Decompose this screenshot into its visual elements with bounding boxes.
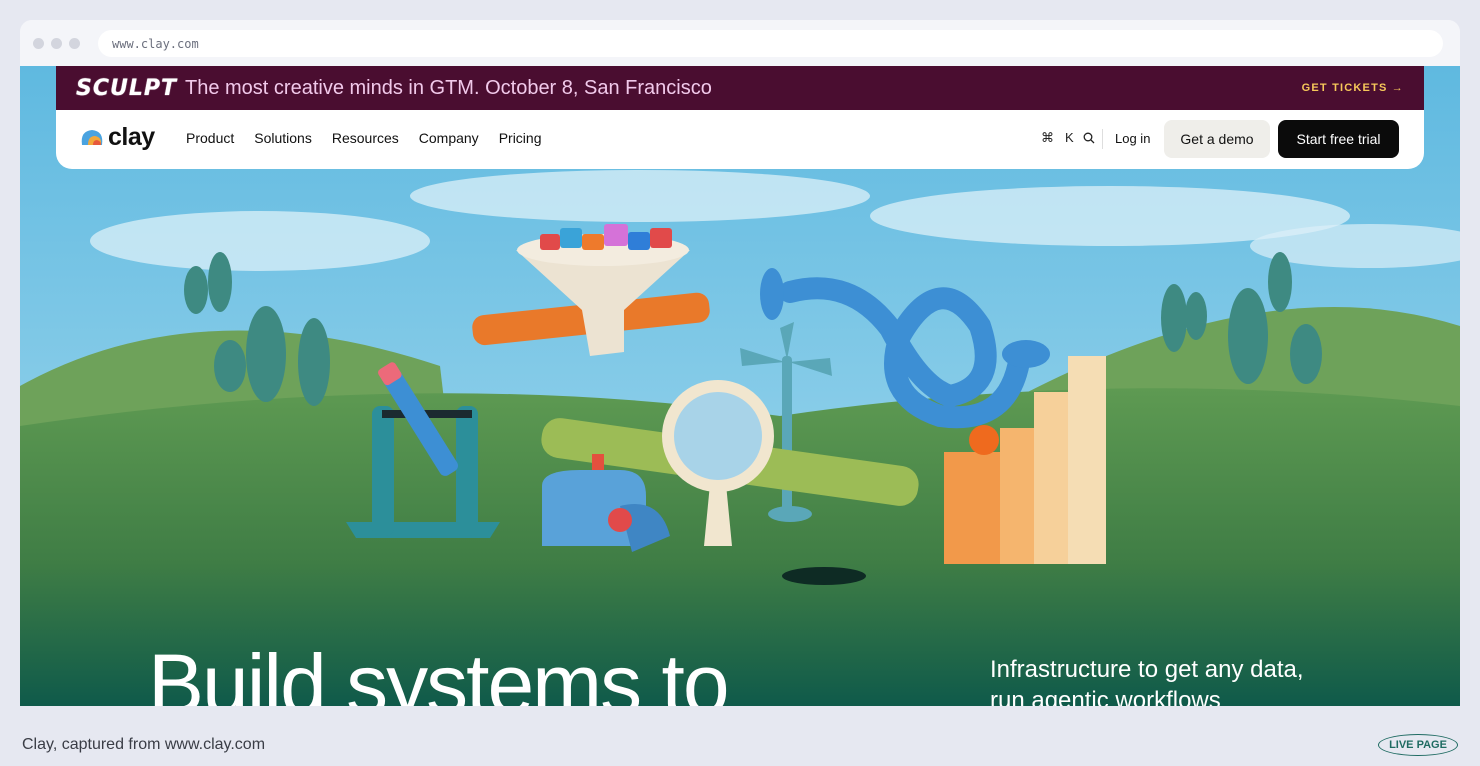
start-free-trial-button[interactable]: Start free trial xyxy=(1278,120,1399,158)
live-page-badge[interactable]: LIVE PAGE xyxy=(1378,734,1458,756)
window-dot-maximize[interactable] xyxy=(69,38,80,49)
window-dot-minimize[interactable] xyxy=(51,38,62,49)
sculpt-logo: SCULPT xyxy=(76,76,178,101)
menu-item-pricing[interactable]: Pricing xyxy=(499,130,542,146)
browser-chrome: www.clay.com xyxy=(20,20,1460,66)
top-nav: clay Product Solutions Resources Company… xyxy=(56,110,1424,169)
browser-window: www.clay.com SCULPT The most creative mi… xyxy=(20,20,1460,706)
cloud xyxy=(410,170,870,222)
banner-message: The most creative minds in GTM. October … xyxy=(185,77,712,99)
search-icon[interactable] xyxy=(1083,132,1095,144)
hole xyxy=(782,567,866,585)
command-key-icon[interactable]: ⌘ xyxy=(1041,130,1054,146)
address-bar-url: www.clay.com xyxy=(112,37,199,51)
main-menu: Product Solutions Resources Company Pric… xyxy=(186,130,561,146)
menu-item-resources[interactable]: Resources xyxy=(332,130,399,146)
login-link[interactable]: Log in xyxy=(1115,131,1150,146)
hero-headline: Build systems to xyxy=(148,637,730,706)
page-viewport: SCULPT The most creative minds in GTM. O… xyxy=(20,66,1460,706)
hero-subhead: Infrastructure to get any data, run agen… xyxy=(990,656,1304,706)
get-tickets-link[interactable]: GET TICKETS → xyxy=(1302,82,1404,94)
clay-logo-icon[interactable] xyxy=(80,127,104,147)
menu-item-product[interactable]: Product xyxy=(186,130,234,146)
event-banner[interactable]: SCULPT The most creative minds in GTM. O… xyxy=(56,66,1424,110)
cloud xyxy=(90,211,430,271)
brand-wordmark[interactable]: clay xyxy=(108,123,155,152)
address-bar[interactable]: www.clay.com xyxy=(98,30,1443,57)
nav-divider xyxy=(1102,129,1103,149)
menu-item-solutions[interactable]: Solutions xyxy=(254,130,312,146)
menu-item-company[interactable]: Company xyxy=(419,130,479,146)
window-dot-close[interactable] xyxy=(33,38,44,49)
get-demo-button[interactable]: Get a demo xyxy=(1164,120,1270,158)
shortcut-k[interactable]: K xyxy=(1065,130,1074,145)
capture-caption: Clay, captured from www.clay.com xyxy=(22,736,266,753)
